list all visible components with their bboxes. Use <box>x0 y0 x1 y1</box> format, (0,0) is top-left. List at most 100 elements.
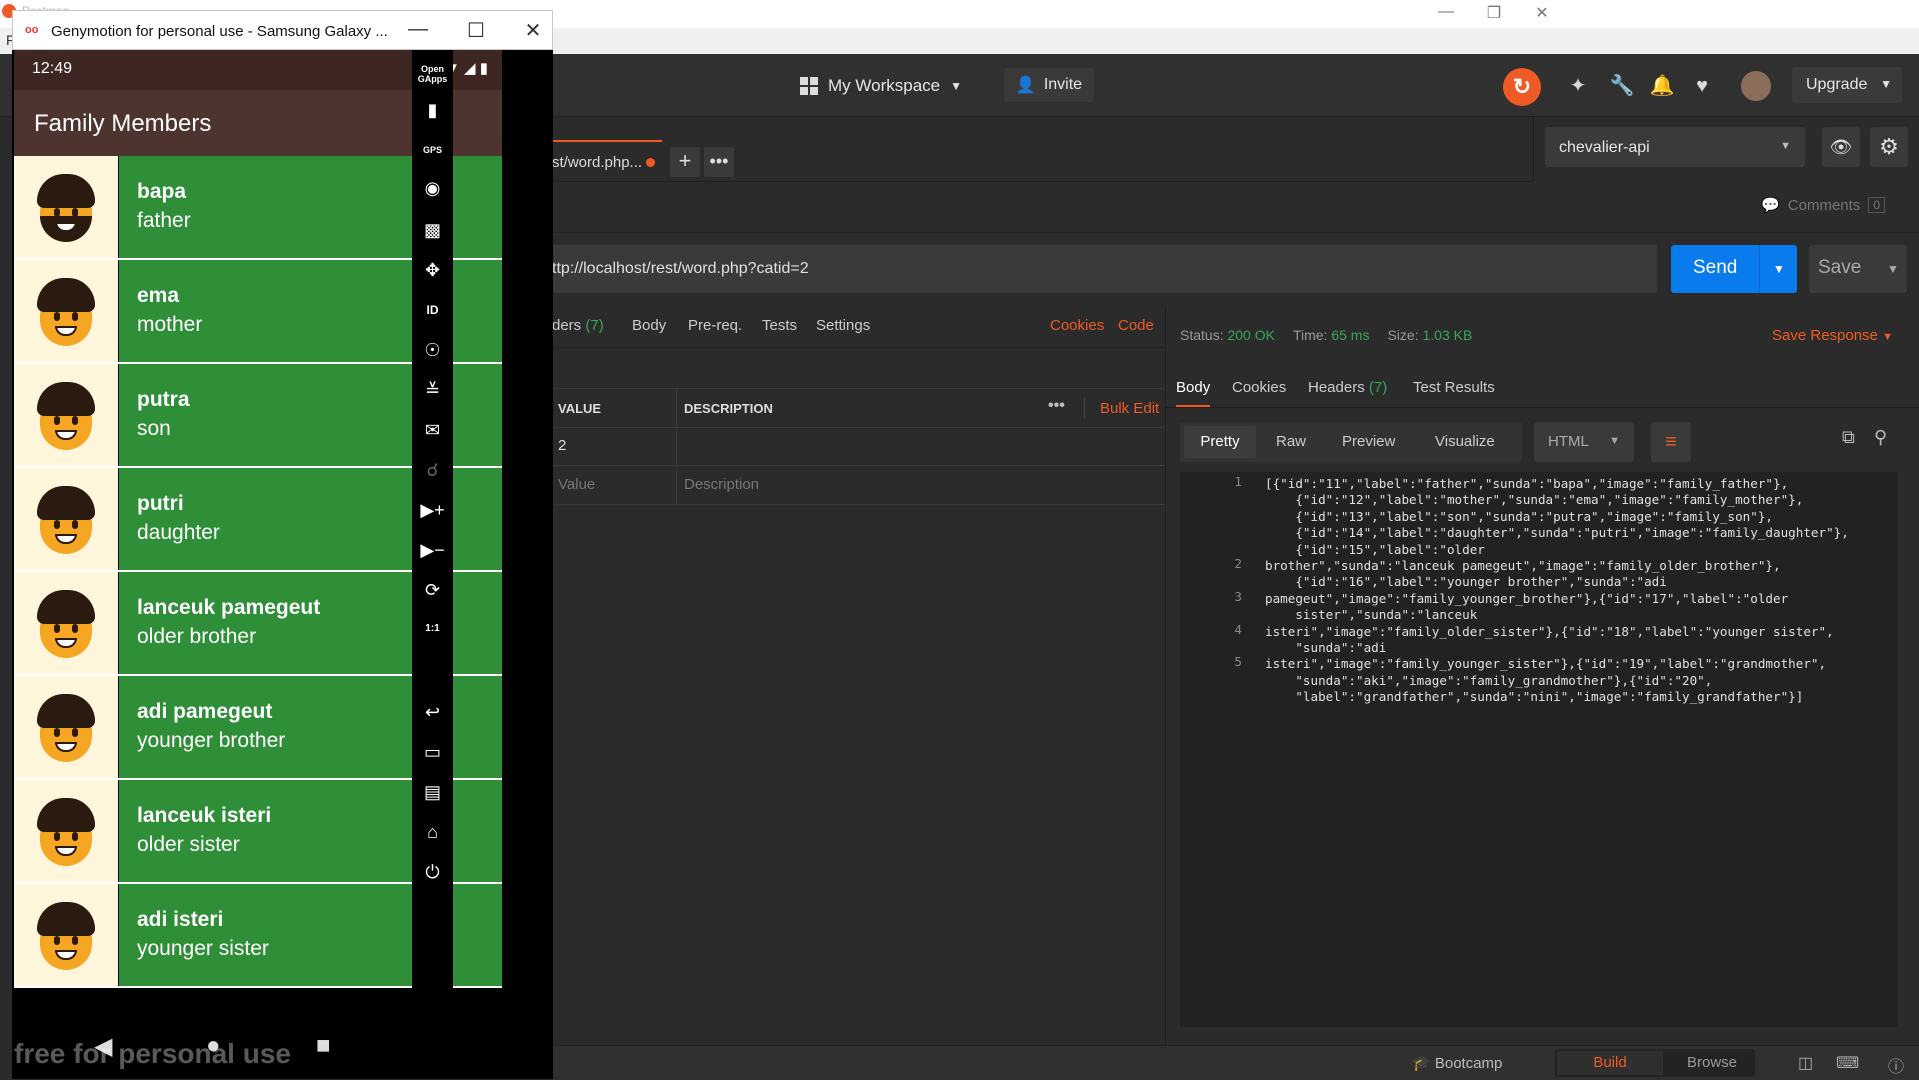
rotate-icon[interactable]: ⟳ <box>412 580 453 601</box>
bootcamp-button[interactable]: 🎓 Bootcamp <box>1412 1054 1502 1072</box>
member-label: mother <box>137 313 203 336</box>
clock: 12:49 <box>32 60 73 77</box>
keyboard-icon[interactable]: ⌨ <box>1836 1053 1859 1073</box>
comments-label: Comments <box>1787 196 1861 214</box>
value-placeholder[interactable]: Value <box>558 476 595 493</box>
comments-button[interactable]: 💬 Comments 0 <box>1761 196 1885 214</box>
bulk-edit-link[interactable]: Bulk Edit <box>1100 400 1159 417</box>
minimize-icon[interactable]: — <box>403 18 433 41</box>
pretty-button[interactable]: Pretty <box>1184 426 1256 458</box>
genymotion-logo-icon: oo <box>25 24 39 36</box>
back-icon[interactable]: ↩ <box>412 702 453 723</box>
language-select[interactable]: HTML ▼ <box>1534 422 1634 462</box>
unsaved-dot-icon <box>646 158 656 167</box>
open-gapps-icon[interactable]: Open GApps <box>412 64 453 84</box>
environment-select[interactable]: chevalier-api ▼ <box>1545 127 1805 167</box>
member-avatar <box>14 156 118 258</box>
size-label: Size: <box>1387 327 1419 343</box>
more-options-icon[interactable]: ••• <box>1048 397 1065 415</box>
param-value[interactable]: 2 <box>558 437 566 454</box>
tab-body[interactable]: Body <box>632 317 666 334</box>
send-button[interactable]: Send ▼ <box>1671 245 1797 293</box>
volume-down-icon[interactable]: ▶− <box>412 540 453 561</box>
recent-apps-icon[interactable]: ▭ <box>412 742 453 763</box>
preview-button[interactable]: Preview <box>1342 433 1395 450</box>
tab-test-results[interactable]: Test Results <box>1413 379 1495 396</box>
power-icon[interactable]: ⏻ <box>412 862 453 883</box>
visualize-button[interactable]: Visualize <box>1435 433 1495 450</box>
rss-icon[interactable]: ≚ <box>412 380 453 401</box>
member-sunda: lanceuk pamegeut <box>137 596 321 619</box>
wrap-lines-icon[interactable]: ≡ <box>1651 422 1691 462</box>
line-number: 5 <box>1234 654 1242 670</box>
wrench-icon[interactable]: 🔧 <box>1608 72 1636 100</box>
bell-icon[interactable]: 🔔 <box>1648 72 1676 100</box>
upgrade-button[interactable]: Upgrade ▼ <box>1792 67 1902 103</box>
cookies-link[interactable]: Cookies <box>1050 317 1104 334</box>
help-icon[interactable]: ⓘ <box>1888 1053 1904 1077</box>
gps-icon[interactable]: GPS <box>412 145 453 155</box>
line-text: "label":"grandfather","sunda":"nini","im… <box>1265 689 1804 705</box>
sync-icon[interactable]: ↻ <box>1503 68 1541 106</box>
tab-tests[interactable]: Tests <box>762 317 797 334</box>
bootcamp-icon: 🎓 <box>1412 1055 1431 1072</box>
url-input[interactable]: ttp://localhost/rest/word.php?catid=2 <box>552 245 1657 293</box>
gear-icon[interactable]: ⚙ <box>1870 127 1908 167</box>
more-tabs-button[interactable]: ••• <box>704 147 734 177</box>
tab-response-cookies[interactable]: Cookies <box>1232 379 1286 396</box>
send-options-caret-icon[interactable]: ▼ <box>1759 245 1798 293</box>
request-tab[interactable]: st/word.php... <box>552 140 662 181</box>
avatar[interactable] <box>1741 71 1771 101</box>
minimize-icon[interactable]: — <box>1426 3 1466 21</box>
tab-headers[interactable]: ders (7) <box>552 317 604 334</box>
new-tab-button[interactable]: + <box>670 147 700 177</box>
two-pane-icon[interactable]: ◫ <box>1798 1053 1813 1073</box>
workspace-dropdown[interactable]: My Workspace ▼ <box>800 71 962 101</box>
size-text: Size: 1.03 KB <box>1387 327 1472 343</box>
tab-settings[interactable]: Settings <box>816 317 870 334</box>
member-avatar <box>14 468 118 570</box>
response-body-code[interactable]: 1 [{"id":"11","label":"father","sunda":"b… <box>1180 472 1898 1027</box>
volume-up-icon[interactable]: ▶+ <box>412 500 453 521</box>
tab-response-body[interactable]: Body <box>1176 379 1211 407</box>
save-response-button[interactable]: Save Response ▼ <box>1772 327 1893 344</box>
member-label: son <box>137 417 171 440</box>
share-icon[interactable]: ☌ <box>412 460 453 481</box>
params-table-header: VALUE DESCRIPTION ••• Bulk Edit <box>552 388 1165 428</box>
recents-nav-icon[interactable]: ■ <box>316 1032 331 1060</box>
member-avatar <box>14 260 118 362</box>
copy-icon[interactable]: ⧉ <box>1842 427 1855 448</box>
browse-button[interactable]: Browse <box>1669 1051 1755 1075</box>
request-tab-label: st/word.php... <box>552 154 643 171</box>
battery-icon[interactable]: ▮ <box>412 100 453 121</box>
home-icon[interactable]: ⌂ <box>412 822 453 843</box>
close-icon[interactable]: ✕ <box>1522 3 1562 23</box>
invite-button[interactable]: 👤 Invite <box>1004 68 1094 102</box>
status-text: Status: 200 OK <box>1180 327 1275 343</box>
tab-response-headers[interactable]: Headers (7) <box>1308 379 1387 396</box>
pixel-ratio-icon[interactable]: 1:1 <box>412 624 453 634</box>
tab-prereq[interactable]: Pre-req. <box>688 317 742 334</box>
sms-icon[interactable]: ✉ <box>412 420 453 441</box>
search-icon[interactable]: ⚲ <box>1874 427 1887 448</box>
raw-button[interactable]: Raw <box>1276 433 1306 450</box>
device-id-icon[interactable]: ID <box>412 304 453 316</box>
eye-icon[interactable]: 👁 <box>1822 127 1860 167</box>
close-icon[interactable]: ✕ <box>518 18 548 43</box>
member-label: younger sister <box>137 937 269 960</box>
heart-icon[interactable]: ♥ <box>1688 72 1716 100</box>
clapper-icon[interactable]: ▩ <box>412 220 453 241</box>
menu-icon[interactable]: ▤ <box>412 782 453 803</box>
satellite-icon[interactable]: ✦ <box>1564 72 1592 100</box>
build-button[interactable]: Build <box>1557 1051 1663 1075</box>
response-headers-count: (7) <box>1368 379 1388 396</box>
description-placeholder[interactable]: Description <box>684 476 759 493</box>
disk-icon[interactable]: ☉ <box>412 340 453 361</box>
webcam-icon[interactable]: ◉ <box>412 178 453 199</box>
code-link[interactable]: Code <box>1118 317 1154 334</box>
save-options-caret-icon[interactable]: ▼ <box>1879 245 1907 293</box>
save-button[interactable]: Save ▼ <box>1809 245 1907 293</box>
restore-icon[interactable]: ❐ <box>1474 3 1514 23</box>
move-icon[interactable]: ✥ <box>412 260 453 281</box>
maximize-icon[interactable]: ☐ <box>461 18 491 43</box>
